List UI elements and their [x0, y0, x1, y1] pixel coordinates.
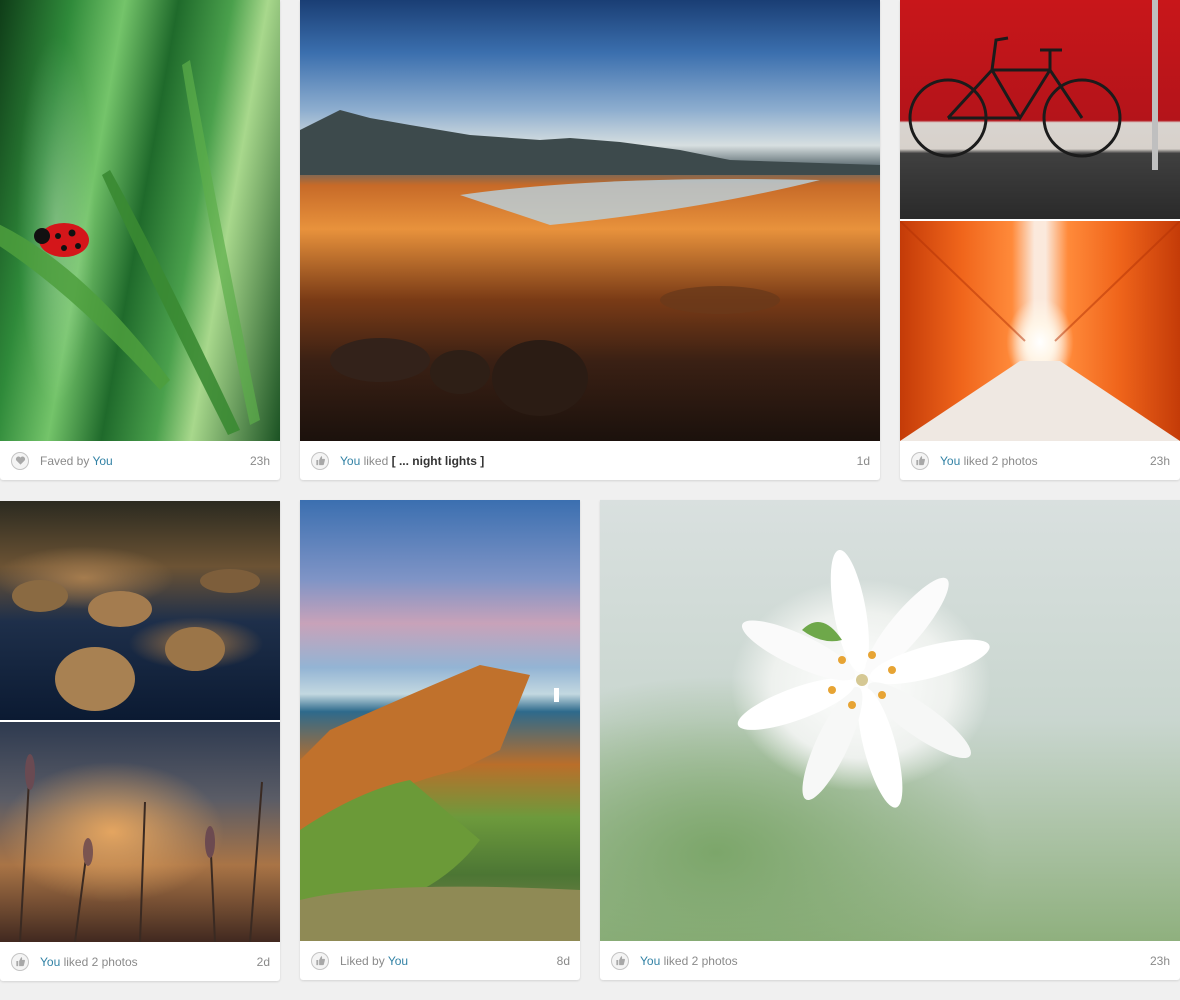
user-link[interactable]: You — [340, 454, 360, 468]
activity-card: You liked 2 photos 23h — [900, 0, 1180, 480]
user-link[interactable]: You — [40, 955, 60, 969]
thumbs-up-icon[interactable] — [311, 951, 329, 970]
activity-card: Faved by You 23h — [0, 0, 280, 480]
marsh-graphic — [12, 569, 260, 711]
thumbs-up-icon[interactable] — [311, 451, 329, 470]
set-link[interactable]: [ ... night lights ] — [392, 454, 485, 468]
user-link[interactable]: You — [640, 954, 660, 968]
activity-bar: You liked [ ... night lights ] 1d — [300, 441, 880, 480]
coast-graphic — [300, 665, 580, 941]
activity-text: Faved by You — [40, 454, 250, 468]
activity-card: You liked 2 photos 23h — [600, 500, 1180, 980]
activity-card: You liked [ ... night lights ] 1d — [300, 0, 880, 480]
ladybug-graphic — [0, 60, 260, 435]
photo-ladybug[interactable] — [0, 0, 280, 441]
photo-lily[interactable] — [600, 500, 1180, 941]
timestamp: 23h — [249, 453, 270, 468]
activity-bar: Liked by You 8d — [300, 941, 580, 980]
activity-card: You liked 2 photos 2d — [0, 501, 280, 981]
photo-landscape[interactable] — [300, 0, 880, 441]
activity-bar: You liked 2 photos 23h — [900, 441, 1180, 480]
timestamp: 8d — [556, 953, 570, 968]
timestamp: 1d — [856, 453, 870, 468]
user-link[interactable]: You — [92, 454, 112, 468]
timestamp: 2d — [256, 954, 270, 969]
photo-wildflowers[interactable] — [0, 722, 280, 942]
activity-text: You liked 2 photos — [40, 955, 257, 969]
landscape-graphic — [300, 110, 880, 416]
activity-card: Liked by You 8d — [300, 500, 580, 980]
lily-graphic — [737, 549, 990, 808]
activity-bar: You liked 2 photos 23h — [600, 941, 1180, 980]
tunnel-graphic — [900, 221, 1180, 441]
timestamp: 23h — [1149, 953, 1170, 968]
activity-verb: liked 2 photos — [60, 954, 138, 969]
activity-verb: liked — [360, 453, 392, 468]
thumbs-up-icon[interactable] — [611, 951, 629, 970]
wildflowers-graphic — [19, 754, 263, 942]
bicycle-graphic — [908, 0, 1158, 170]
heart-icon[interactable] — [11, 451, 29, 470]
activity-text: Liked by You — [340, 954, 557, 968]
photo-bicycle[interactable] — [900, 0, 1180, 219]
photo-coast[interactable] — [300, 500, 580, 941]
activity-prefix: Faved by — [40, 453, 93, 468]
activity-text: You liked [ ... night lights ] — [340, 454, 857, 468]
user-link[interactable]: You — [388, 954, 408, 968]
thumbs-up-icon[interactable] — [911, 451, 929, 470]
photo-marsh[interactable] — [0, 501, 280, 720]
photo-tunnel[interactable] — [900, 221, 1180, 441]
activity-text: You liked 2 photos — [940, 454, 1150, 468]
activity-bar: Faved by You 23h — [0, 441, 280, 480]
activity-prefix: Liked by — [340, 953, 388, 968]
thumbs-up-icon[interactable] — [11, 952, 29, 971]
activity-verb: liked 2 photos — [960, 453, 1038, 468]
activity-verb: liked 2 photos — [660, 953, 738, 968]
user-link[interactable]: You — [940, 454, 960, 468]
activity-feed: Faved by You 23h You liked [ ... night l… — [0, 0, 1180, 1000]
timestamp: 23h — [1149, 453, 1170, 468]
activity-text: You liked 2 photos — [640, 954, 1150, 968]
activity-bar: You liked 2 photos 2d — [0, 942, 280, 981]
